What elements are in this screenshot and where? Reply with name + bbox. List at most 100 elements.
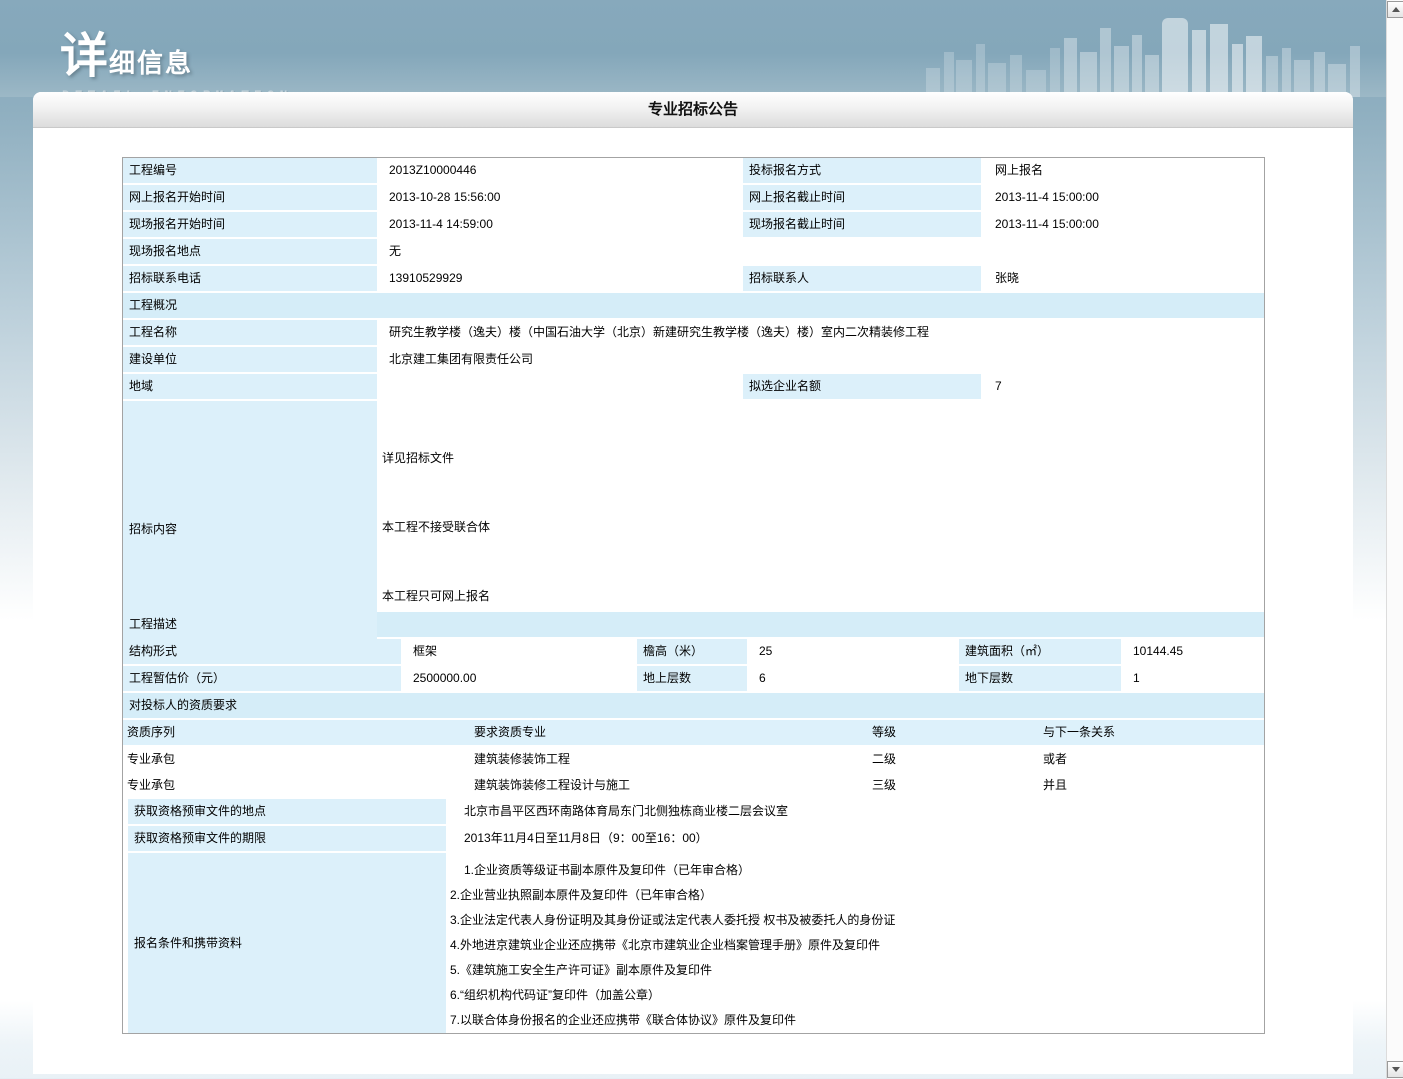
bid-content-line: 本工程不接受联合体 — [382, 519, 1264, 536]
page-title: 专业招标公告 — [648, 101, 738, 118]
page-banner: 详细信息 DETAIL INFORMATION — [0, 0, 1386, 97]
value-onsite-place: 无 — [379, 239, 741, 264]
label-prequalification-place: 获取资格预审文件的地点 — [128, 799, 446, 824]
col-header-sequence: 资质序列 — [123, 720, 470, 745]
value-onsite-end: 2013-11-4 15:00:00 — [983, 212, 1264, 237]
value-floors-above: 6 — [749, 666, 957, 691]
value-contact-person: 张晓 — [983, 266, 1264, 291]
col-header-grade: 等级 — [868, 720, 1039, 745]
col-header-specialty: 要求资质专业 — [470, 720, 868, 745]
qual-sequence: 专业承包 — [123, 773, 470, 798]
label-onsite-end: 现场报名截止时间 — [743, 212, 981, 237]
detail-table: 工程编号 2013Z10000446 投标报名方式 网上报名 网上报名开始时间 … — [122, 157, 1265, 1034]
label-registration-materials: 报名条件和携带资料 — [128, 853, 446, 1033]
qual-grade: 二级 — [868, 747, 1039, 772]
qual-sequence: 专业承包 — [123, 747, 470, 772]
qualification-row: 专业承包 建筑装修装饰工程 二级 或者 — [123, 747, 1264, 772]
label-floors-below: 地下层数 — [959, 666, 1121, 691]
table-row: 结构形式 框架 檐高（米） 25 建筑面积（㎡） 10144.45 — [123, 639, 1264, 664]
chevron-down-icon — [1392, 1067, 1400, 1072]
label-enterprise-quota: 拟选企业名额 — [743, 374, 981, 399]
value-online-end: 2013-11-4 15:00:00 — [983, 185, 1264, 210]
material-item: 4.外地进京建筑业企业还应携带《北京市建筑业企业档案管理手册》原件及复印件 — [450, 933, 1264, 958]
table-row: 招标内容 详见招标文件 本工程不接受联合体 本工程只可网上报名 — [123, 401, 1264, 610]
value-project-code: 2013Z10000446 — [379, 158, 741, 183]
label-online-start: 网上报名开始时间 — [123, 185, 377, 210]
table-row: 网上报名开始时间 2013-10-28 15:56:00 网上报名截止时间 20… — [123, 185, 1264, 210]
bid-content-line: 本工程只可网上报名 — [382, 588, 1264, 605]
table-row: 获取资格预审文件的地点 北京市昌平区西环南路体育局东门北侧独栋商业楼二层会议室 — [123, 799, 1264, 824]
qual-relation: 并且 — [1039, 773, 1264, 798]
value-structure-type: 框架 — [403, 639, 635, 664]
content-panel: 专业招标公告 工程编号 2013Z10000446 投标报名方式 网上报名 网上… — [33, 92, 1353, 1074]
table-row: 工程编号 2013Z10000446 投标报名方式 网上报名 — [123, 158, 1264, 183]
vertical-scrollbar[interactable] — [1386, 0, 1403, 1079]
value-bid-content: 详见招标文件 本工程不接受联合体 本工程只可网上报名 — [379, 401, 1264, 657]
label-onsite-place: 现场报名地点 — [123, 239, 377, 264]
material-item: 2.企业营业执照副本原件及复印件（已年审合格） — [450, 883, 1264, 908]
logo-text-sub: 细信息 — [109, 48, 193, 78]
empty-cell — [983, 239, 1264, 264]
label-floor-area: 建筑面积（㎡） — [959, 639, 1121, 664]
table-row: 工程名称 研究生教学楼（逸夫）楼（中国石油大学（北京）新建研究生教学楼（逸夫）楼… — [123, 320, 1264, 345]
label-onsite-start: 现场报名开始时间 — [123, 212, 377, 237]
table-row: 现场报名地点 无 — [123, 239, 1264, 264]
table-row: 地域 拟选企业名额 7 — [123, 374, 1264, 399]
bid-content-line: 详见招标文件 — [382, 450, 1264, 467]
value-region — [379, 374, 741, 399]
table-row: 招标联系电话 13910529929 招标联系人 张晓 — [123, 266, 1264, 291]
empty-cell — [743, 239, 981, 264]
qual-grade: 三级 — [868, 773, 1039, 798]
table-row: 建设单位 北京建工集团有限责任公司 — [123, 347, 1264, 372]
label-estimated-price: 工程暂估价（元） — [123, 666, 401, 691]
material-item: 1.企业资质等级证书副本原件及复印件（已年审合格） — [450, 858, 1264, 883]
site-logo: 详细信息 DETAIL INFORMATION — [60, 16, 292, 97]
qualification-row: 专业承包 建筑装饰装修工程设计与施工 三级 并且 — [123, 773, 1264, 798]
scroll-down-button[interactable] — [1387, 1061, 1403, 1078]
label-structure-type: 结构形式 — [123, 639, 401, 664]
scroll-up-button[interactable] — [1387, 1, 1403, 18]
material-item: 6.“组织机构代码证”复印件（加盖公章） — [450, 983, 1264, 1008]
value-floors-below: 1 — [1123, 666, 1264, 691]
value-bid-method: 网上报名 — [983, 158, 1264, 183]
value-estimated-price: 2500000.00 — [403, 666, 635, 691]
logo-text-main: 详 — [60, 30, 109, 83]
value-registration-materials: 1.企业资质等级证书副本原件及复印件（已年审合格） 2.企业营业执照副本原件及复… — [448, 853, 1264, 1033]
qual-specialty: 建筑装饰装修工程设计与施工 — [470, 773, 868, 798]
label-prequalification-period: 获取资格预审文件的期限 — [128, 826, 446, 851]
value-enterprise-quota: 7 — [983, 374, 1264, 399]
value-onsite-start: 2013-11-4 14:59:00 — [379, 212, 741, 237]
label-bid-method: 投标报名方式 — [743, 158, 981, 183]
table-row: 获取资格预审文件的期限 2013年11月4日至11月8日（9：00至16：00） — [123, 826, 1264, 851]
label-builder: 建设单位 — [123, 347, 377, 372]
label-project-name: 工程名称 — [123, 320, 377, 345]
table-row: 报名条件和携带资料 1.企业资质等级证书副本原件及复印件（已年审合格） 2.企业… — [123, 853, 1264, 1033]
material-item: 5.《建筑施工安全生产许可证》副本原件及复印件 — [450, 958, 1264, 983]
material-item: 3.企业法定代表人身份证明及其身份证或法定代表人委托授 权书及被委托人的身份证 — [450, 908, 1264, 933]
value-eave-height: 25 — [749, 639, 957, 664]
label-contact-person: 招标联系人 — [743, 266, 981, 291]
label-region: 地域 — [123, 374, 377, 399]
label-project-code: 工程编号 — [123, 158, 377, 183]
value-builder: 北京建工集团有限责任公司 — [379, 347, 1264, 372]
label-eave-height: 檐高（米） — [637, 639, 747, 664]
qualification-header-row: 资质序列 要求资质专业 等级 与下一条关系 — [123, 720, 1264, 745]
value-contact-phone: 13910529929 — [379, 266, 741, 291]
col-header-relation: 与下一条关系 — [1039, 720, 1264, 745]
chevron-up-icon — [1392, 7, 1400, 12]
table-row: 现场报名开始时间 2013-11-4 14:59:00 现场报名截止时间 201… — [123, 212, 1264, 237]
table-row: 工程暂估价（元） 2500000.00 地上层数 6 地下层数 1 — [123, 666, 1264, 691]
value-prequalification-period: 2013年11月4日至11月8日（9：00至16：00） — [448, 826, 1264, 851]
section-header-overview: 工程概况 — [123, 293, 1264, 318]
qual-relation: 或者 — [1039, 747, 1264, 772]
qual-specialty: 建筑装修装饰工程 — [470, 747, 868, 772]
page-viewport: 详细信息 DETAIL INFORMATION — [0, 0, 1386, 1079]
material-item: 7.以联合体身份报名的企业还应携带《联合体协议》原件及复印件 — [450, 1008, 1264, 1033]
title-bar: 专业招标公告 — [33, 92, 1353, 128]
city-skyline-icon — [926, 0, 1366, 97]
value-floor-area: 10144.45 — [1123, 639, 1264, 664]
label-floors-above: 地上层数 — [637, 666, 747, 691]
value-project-name: 研究生教学楼（逸夫）楼（中国石油大学（北京）新建研究生教学楼（逸夫）楼）室内二次… — [379, 320, 1264, 345]
value-prequalification-place: 北京市昌平区西环南路体育局东门北侧独栋商业楼二层会议室 — [448, 799, 1264, 824]
label-contact-phone: 招标联系电话 — [123, 266, 377, 291]
